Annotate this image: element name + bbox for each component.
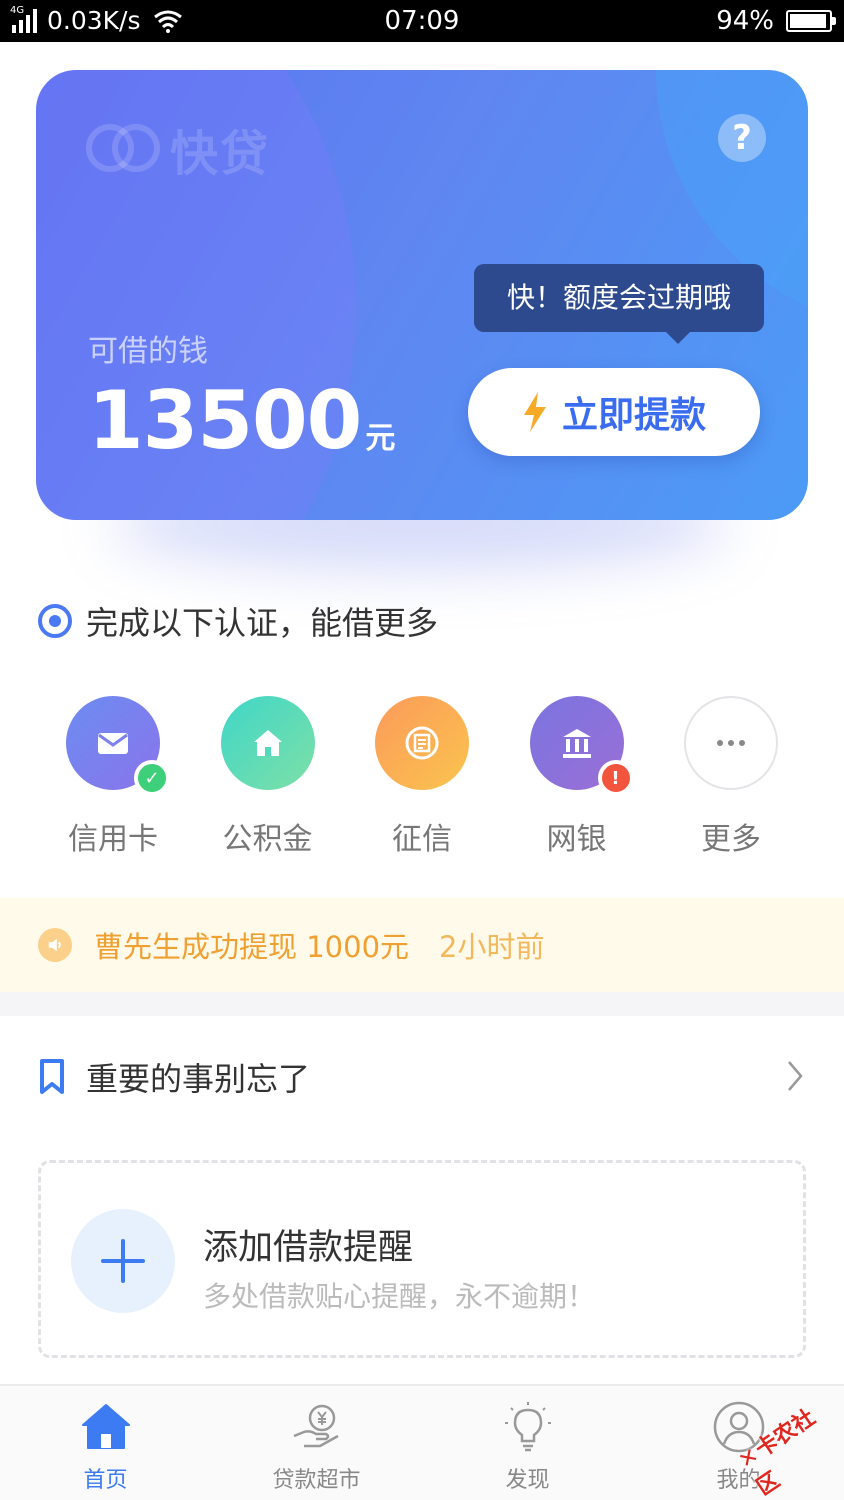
tab-label: 贷款超市 — [272, 1468, 361, 1493]
verified-check-icon: ✓ — [134, 760, 170, 796]
withdraw-notice-bar: 曹先生成功提现 1000元 2小时前 — [0, 898, 844, 992]
credit-card-panel: 快贷 ? 可借的钱 13500 元 快！额度会过期哦 立即提款 — [36, 70, 808, 520]
home-icon — [220, 696, 315, 790]
target-icon — [38, 604, 72, 638]
bookmark-icon — [40, 1059, 64, 1094]
verify-item-label: 征信 — [392, 822, 452, 857]
battery-icon — [786, 10, 836, 32]
available-amount: 13500 元 — [88, 374, 395, 467]
verify-item-label: 更多 — [701, 822, 761, 857]
status-bar: 4G 0.03K/s 07:09 94% — [0, 0, 844, 42]
amount-unit: 元 — [365, 421, 396, 456]
verify-item-credit-card[interactable]: ✓ 信用卡 — [36, 696, 190, 858]
verify-item-more[interactable]: 更多 — [654, 696, 808, 858]
plus-icon — [71, 1209, 175, 1313]
battery-fill — [790, 14, 826, 28]
chevron-right-icon — [788, 1061, 803, 1091]
battery-percent: 94% — [716, 6, 774, 36]
app-root: 4G 0.03K/s 07:09 94% 快贷 ? 可借的钱 13500 元 快… — [0, 0, 844, 1500]
bulb-icon — [504, 1402, 551, 1452]
tab-home[interactable]: 首页 — [0, 1386, 211, 1500]
logo-text: 快贷 — [170, 126, 271, 182]
add-reminder-subtitle: 多处借款贴心提醒，永不逾期！ — [203, 1280, 596, 1313]
tab-label: 发现 — [505, 1468, 550, 1493]
verify-item-label: 信用卡 — [68, 822, 158, 857]
withdraw-label: 立即提款 — [561, 395, 706, 436]
verify-item-credit-report[interactable]: 征信 — [345, 696, 499, 858]
credit-report-icon — [375, 696, 469, 790]
available-label: 可借的钱 — [88, 334, 208, 369]
verify-item-online-bank[interactable]: ! 网银 — [500, 696, 654, 858]
withdraw-button[interactable]: 立即提款 — [468, 368, 760, 456]
add-reminder-title: 添加借款提醒 — [203, 1228, 414, 1268]
help-icon[interactable]: ? — [718, 114, 766, 162]
envelope-icon: ✓ — [66, 696, 170, 796]
amount-value: 13500 — [88, 374, 362, 467]
section-divider — [0, 992, 844, 1016]
tab-loan-market[interactable]: 贷款超市 — [211, 1386, 422, 1500]
speaker-icon — [38, 928, 72, 962]
expiry-tooltip: 快！额度会过期哦 — [474, 264, 764, 344]
brand-logo: 快贷 — [86, 114, 270, 184]
verify-section-title: 完成以下认证，能借更多 — [38, 598, 438, 644]
lightning-icon — [523, 392, 546, 432]
verify-item-label: 公积金 — [222, 822, 313, 857]
home-tab-icon — [81, 1404, 130, 1449]
verify-item-housing-fund[interactable]: 公积金 — [191, 696, 345, 858]
warning-badge-icon: ! — [597, 760, 634, 796]
notice-time: 2小时前 — [439, 930, 545, 964]
add-reminder-card[interactable]: 添加借款提醒 多处借款贴心提醒，永不逾期！ — [38, 1160, 806, 1358]
reminder-section-header[interactable]: 重要的事别忘了 — [0, 1040, 844, 1114]
bank-icon: ! — [529, 696, 634, 796]
tab-label: 首页 — [83, 1468, 128, 1493]
tab-discover[interactable]: 发现 — [422, 1386, 633, 1500]
more-dots-icon — [684, 696, 778, 790]
verify-item-label: 网银 — [546, 822, 607, 857]
verify-items: ✓ 信用卡 公积金 征信 ! 网银 更多 — [36, 696, 808, 858]
reminder-section-title: 重要的事别忘了 — [86, 1060, 311, 1098]
status-right: 94% — [716, 6, 836, 36]
verify-title-text: 完成以下认证，能借更多 — [86, 604, 439, 642]
logo-mark-icon — [86, 124, 160, 174]
bottom-tab-bar: 首页 贷款超市 发现 我的 — [0, 1384, 844, 1500]
loan-market-icon — [293, 1404, 339, 1448]
notice-message: 曹先生成功提现 1000元 — [94, 930, 410, 964]
